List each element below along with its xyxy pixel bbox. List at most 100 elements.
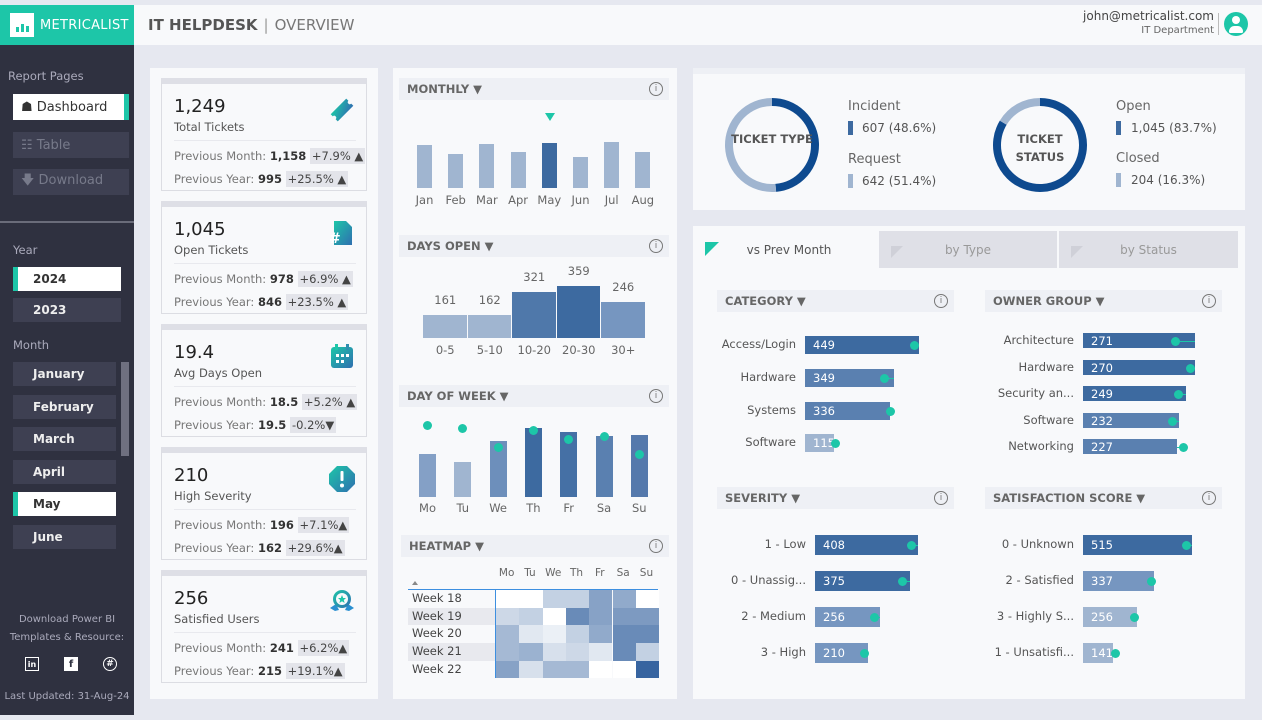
heatmap-cell[interactable] [635,625,660,644]
tab-by-type[interactable]: by Type [879,231,1057,268]
month-may[interactable]: May [13,492,116,516]
month-january[interactable]: January [13,362,116,386]
owner-group-bar[interactable]: 232 [1083,413,1179,428]
info-icon[interactable]: i [649,82,663,96]
heatmap-cell[interactable] [542,607,566,626]
satisfaction-bar[interactable]: 337 [1083,571,1155,591]
monthly-bar[interactable] [604,142,620,188]
heatmap-cell[interactable] [542,660,566,679]
heatmap-cell[interactable] [612,643,636,661]
nav-table[interactable]: ☷ Table [13,132,129,158]
category-bar[interactable]: 336 [805,402,891,420]
monthly-bar[interactable] [541,142,557,188]
heatmap-cell[interactable] [519,590,543,608]
heatmap-row-label[interactable]: Week 20 [412,626,462,640]
heatmap-cell[interactable] [542,625,566,644]
monthly-bar[interactable] [479,143,495,188]
month-scrollbar[interactable] [121,362,129,456]
heatmap-cell[interactable] [612,607,636,626]
heatmap-cell[interactable] [565,607,590,626]
heatmap-cell[interactable] [635,607,660,626]
globe-icon[interactable]: # [103,657,117,671]
days-open-bar[interactable] [512,291,556,338]
month-april[interactable]: April [13,460,116,484]
monthly-bar[interactable] [510,152,526,188]
owner-group-header[interactable]: OWNER GROUP ▼ i [985,290,1222,312]
heatmap-cell[interactable] [635,643,660,661]
sort-ascending-icon[interactable] [412,581,418,585]
monthly-bar[interactable] [573,156,588,188]
info-icon[interactable]: i [649,239,663,253]
monthly-bar[interactable] [635,152,651,188]
owner-group-bar[interactable]: 270 [1083,360,1195,375]
heatmap-cell[interactable] [542,643,566,661]
days-open-bar[interactable] [601,302,645,338]
month-june[interactable]: June [13,525,116,549]
heatmap-cell[interactable] [496,643,520,661]
heatmap-cell[interactable] [565,660,590,679]
info-icon[interactable]: i [649,539,663,553]
satisfaction-bar[interactable]: 141 [1083,643,1113,663]
heatmap-cell[interactable] [565,590,590,608]
heatmap-cell[interactable] [589,590,613,608]
month-march[interactable]: March [13,427,116,451]
day-of-week-bar[interactable] [630,434,648,497]
year-2023[interactable]: 2023 [13,298,121,322]
category-bar[interactable]: 449 [805,336,919,354]
tab-by-status[interactable]: by Status [1059,231,1238,268]
heatmap-cell[interactable] [496,625,520,644]
owner-group-bar[interactable]: 249 [1083,386,1186,401]
heatmap-cell[interactable] [635,590,660,608]
heatmap-cell[interactable] [565,625,590,644]
heatmap-row-label[interactable]: Week 19 [412,609,462,623]
day-of-week-bar[interactable] [595,436,613,497]
heatmap-cell[interactable] [519,607,543,626]
heatmap-cell[interactable] [519,660,543,679]
info-icon[interactable]: i [934,294,948,308]
days-open-bar[interactable] [556,286,600,338]
donut-slice[interactable] [999,98,1041,125]
day-of-week-bar[interactable] [454,462,472,497]
heatmap-cell[interactable] [612,660,636,679]
info-icon[interactable]: i [934,491,948,505]
heatmap-cell[interactable] [496,607,520,626]
days-open-header[interactable]: DAYS OPEN ▼ i [399,235,669,257]
severity-bar[interactable]: 408 [815,535,918,555]
category-header[interactable]: CATEGORY ▼ i [717,290,954,312]
day-of-week-bar[interactable] [419,453,436,497]
satisfaction-header[interactable]: SATISFACTION SCORE ▼ i [985,487,1222,509]
heatmap-row-label[interactable]: Week 22 [412,662,462,676]
heatmap-cell[interactable] [612,625,636,644]
day-of-week-bar[interactable] [524,427,542,497]
brand-logo[interactable]: METRICALIST [0,5,134,45]
severity-bar[interactable]: 375 [815,571,910,591]
heatmap-cell[interactable] [589,625,613,644]
heatmap-row-label[interactable]: Week 21 [412,644,462,658]
owner-group-bar[interactable]: 227 [1083,439,1177,454]
month-february[interactable]: February [13,395,116,419]
monthly-bar[interactable] [448,153,464,188]
nav-dashboard[interactable]: ☗ Dashboard [13,94,129,120]
year-2024[interactable]: 2024 [13,267,121,291]
heatmap-cell[interactable] [612,590,636,608]
heatmap-cell[interactable] [542,590,566,608]
heatmap-cell[interactable] [589,643,613,661]
tab-vs-prev-month[interactable]: vs Prev Month [700,231,878,268]
heatmap-cell[interactable] [589,660,613,679]
heatmap-cell[interactable] [635,660,660,679]
day-of-week-header[interactable]: DAY OF WEEK ▼ i [399,385,669,407]
heatmap-header[interactable]: HEATMAP ▼ i [401,535,669,557]
heatmap-cell[interactable] [496,590,520,608]
heatmap-cell[interactable] [519,625,543,644]
heatmap-cell[interactable] [496,660,520,679]
facebook-icon[interactable]: f [64,657,78,671]
category-bar[interactable]: 115 [805,434,835,452]
days-open-bar[interactable] [467,314,511,338]
linkedin-icon[interactable]: in [25,657,39,671]
info-icon[interactable]: i [1202,294,1216,308]
user-avatar-icon[interactable] [1224,12,1248,36]
heatmap-row-label[interactable]: Week 18 [412,591,462,605]
monthly-bar[interactable] [417,145,432,188]
days-open-bar[interactable] [423,314,467,338]
info-icon[interactable]: i [1202,491,1216,505]
